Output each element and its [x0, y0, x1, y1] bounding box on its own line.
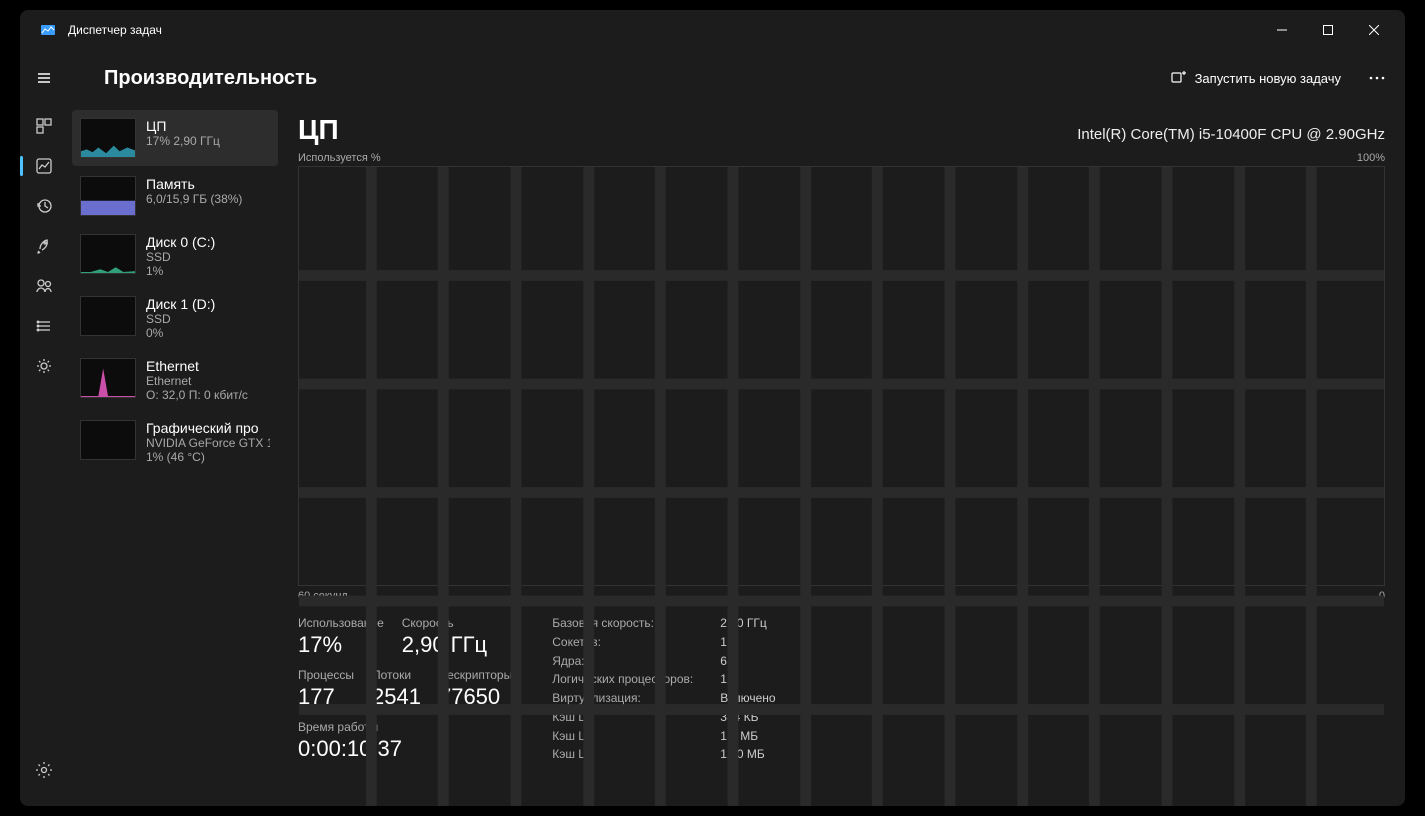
perf-item-name: ЦП	[146, 118, 220, 134]
main-content: ЦП Intel(R) Core(TM) i5-10400F CPU @ 2.9…	[278, 106, 1405, 806]
gpu-thumbnail	[80, 420, 136, 460]
task-manager-window: Диспетчер задач Производительность Запус…	[20, 10, 1405, 806]
nav-services[interactable]	[24, 346, 64, 386]
run-new-task-button[interactable]: Запустить новую задачу	[1159, 64, 1353, 92]
perf-item-disk1[interactable]: Диск 1 (D:) SSD 0%	[72, 288, 278, 348]
maximize-button[interactable]	[1305, 14, 1351, 46]
perf-item-sub: NVIDIA GeForce GTX 16	[146, 436, 270, 450]
perf-item-sub: 17% 2,90 ГГц	[146, 134, 220, 148]
nav-processes[interactable]	[24, 106, 64, 146]
chart-label-top-right: 100%	[1357, 152, 1385, 164]
perf-item-name: Ethernet	[146, 358, 248, 374]
nav-rail	[20, 106, 68, 806]
hamburger-button[interactable]	[20, 58, 68, 98]
nav-performance[interactable]	[24, 146, 64, 186]
perf-item-name: Диск 1 (D:)	[146, 296, 215, 312]
disk1-thumbnail	[80, 296, 136, 336]
perf-item-name: Память	[146, 176, 242, 192]
app-title: Диспетчер задач	[68, 23, 162, 37]
perf-item-sub: Ethernet	[146, 374, 248, 388]
perf-item-sub2: 1%	[146, 264, 215, 278]
cpu-usage-chart[interactable]	[298, 166, 1385, 586]
ethernet-thumbnail	[80, 358, 136, 398]
run-new-task-label: Запустить новую задачу	[1195, 71, 1341, 86]
nav-startup[interactable]	[24, 226, 64, 266]
disk0-thumbnail	[80, 234, 136, 274]
nav-settings[interactable]	[24, 750, 64, 790]
titlebar[interactable]: Диспетчер задач	[20, 10, 1405, 50]
nav-users[interactable]	[24, 266, 64, 306]
more-options-button[interactable]	[1357, 62, 1397, 94]
nav-details[interactable]	[24, 306, 64, 346]
perf-item-sub: SSD	[146, 250, 215, 264]
perf-item-name: Диск 0 (C:)	[146, 234, 215, 250]
perf-item-sub2: 1% (46 °C)	[146, 450, 270, 464]
cpu-model-name: Intel(R) Core(TM) i5-10400F CPU @ 2.90GH…	[1077, 126, 1385, 143]
cpu-thumbnail	[80, 118, 136, 158]
app-icon	[40, 22, 56, 38]
perf-item-sub2: О: 32,0 П: 0 кбит/с	[146, 388, 248, 402]
perf-item-cpu[interactable]: ЦП 17% 2,90 ГГц	[72, 110, 278, 166]
perf-item-sub2: 0%	[146, 326, 215, 340]
perf-item-gpu[interactable]: Графический про NVIDIA GeForce GTX 16 1%…	[72, 412, 278, 472]
page-title: Производительность	[104, 67, 317, 90]
chart-label-top-left: Используется %	[298, 152, 381, 164]
perf-item-disk0[interactable]: Диск 0 (C:) SSD 1%	[72, 226, 278, 286]
perf-item-ethernet[interactable]: Ethernet Ethernet О: 32,0 П: 0 кбит/с	[72, 350, 278, 410]
memory-thumbnail	[80, 176, 136, 216]
header-row: Производительность Запустить новую задач…	[20, 50, 1405, 106]
perf-item-memory[interactable]: Память 6,0/15,9 ГБ (38%)	[72, 168, 278, 224]
nav-app-history[interactable]	[24, 186, 64, 226]
perf-item-sub: SSD	[146, 312, 215, 326]
close-button[interactable]	[1351, 14, 1397, 46]
main-title: ЦП	[298, 114, 339, 146]
performance-side-panel: ЦП 17% 2,90 ГГц Память 6,0/15,9 ГБ (38%)	[68, 106, 278, 806]
minimize-button[interactable]	[1259, 14, 1305, 46]
perf-item-sub: 6,0/15,9 ГБ (38%)	[146, 192, 242, 206]
perf-item-name: Графический про	[146, 420, 270, 436]
